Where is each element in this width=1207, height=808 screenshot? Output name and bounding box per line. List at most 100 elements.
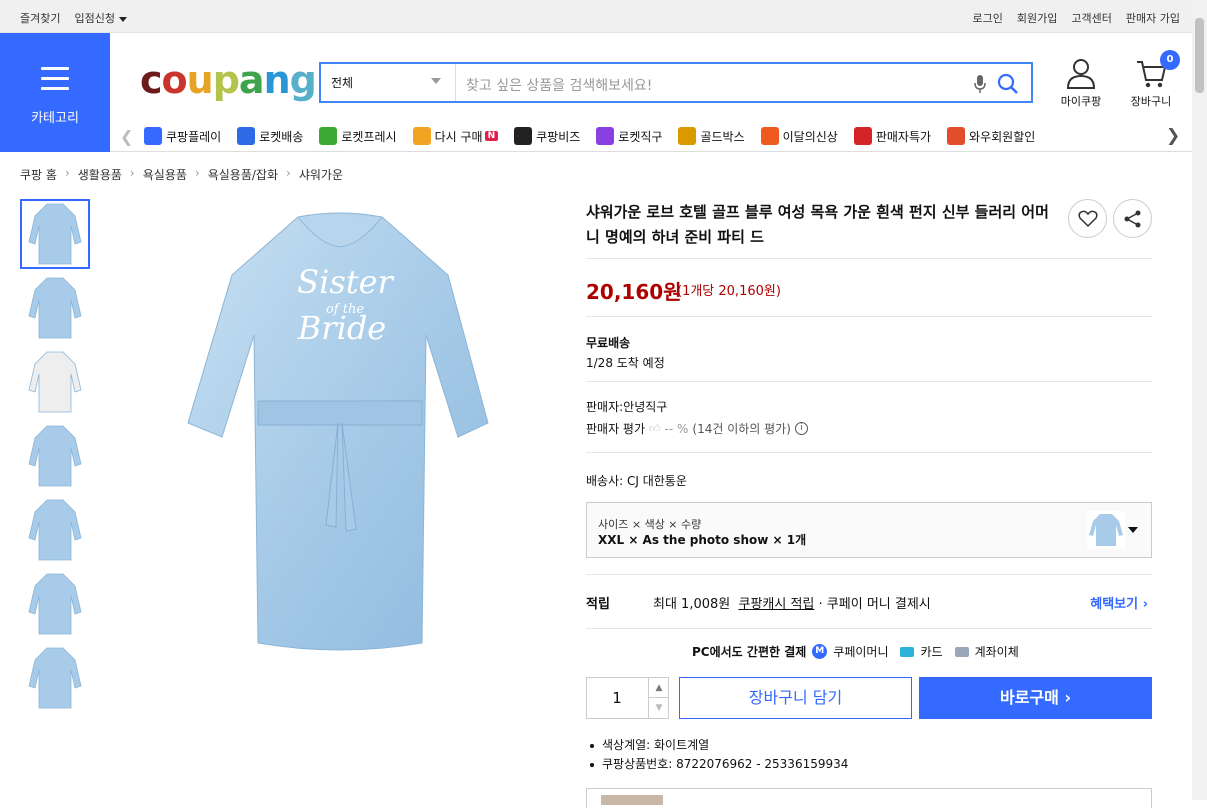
robe-print-sister: Sister xyxy=(297,263,394,301)
category-label: 카테고리 xyxy=(31,111,79,126)
buy-now-button[interactable]: 바로구매 › xyxy=(919,677,1152,719)
seller-rating: 판매자 평가 👍︎ -- % (14건 이하의 평가) i xyxy=(586,420,808,437)
search-bar: 전체 찾고 싶은 상품을 검색해보세요! xyxy=(319,62,1033,103)
seller-rating-label: 판매자 평가 xyxy=(586,422,646,436)
discount-icon xyxy=(853,127,872,145)
coupang-cash-link[interactable]: 쿠팡캐시 적립 xyxy=(739,597,815,612)
info-icon[interactable]: i xyxy=(794,422,808,435)
chevron-right-icon[interactable]: ❯ xyxy=(1166,126,1180,146)
quicknav-label: 판매자특가 xyxy=(875,129,932,144)
shipping-type: 무료배송 xyxy=(586,336,631,350)
new-bag-icon xyxy=(760,127,779,145)
quantity-increase-button[interactable]: ▲ xyxy=(648,678,669,698)
product-title: 샤워가운 로브 호텔 골프 블루 여성 목욕 가운 흰색 펀지 신부 들러리 어… xyxy=(586,203,1049,246)
logo-letter: p xyxy=(212,58,240,102)
category-menu-button[interactable]: 카테고리 xyxy=(0,33,110,152)
product-thumbnail[interactable] xyxy=(20,569,90,639)
quantity-decrease-button[interactable]: ▼ xyxy=(648,698,669,718)
bookmark-link[interactable]: 즐겨찾기 xyxy=(20,10,60,26)
divider xyxy=(586,574,1152,575)
option-selector[interactable]: 사이즈 × 색상 × 수량 XXL × As the photo show × … xyxy=(586,502,1152,558)
quicknav-item[interactable]: 다시 구매 N xyxy=(412,127,499,145)
scrollbar[interactable] xyxy=(1192,0,1207,800)
delivery-company: 배송사: CJ 대한통운 xyxy=(586,474,687,488)
signup-link[interactable]: 회원가입 xyxy=(1017,10,1057,26)
quicknav-item[interactable]: 이달의신상 xyxy=(760,127,838,145)
divider xyxy=(586,452,1152,453)
quicknav-label: 로켓직구 xyxy=(618,129,663,144)
share-icon xyxy=(1124,210,1140,227)
pay-method-card: 카드 xyxy=(920,645,943,659)
search-category-select[interactable]: 전체 xyxy=(321,64,456,101)
buy-now-label: 바로구매 xyxy=(999,688,1059,707)
quicknav-item[interactable]: 쿠팡비즈 xyxy=(514,127,580,145)
quicknav-label: 이달의신상 xyxy=(782,129,838,144)
benefits-link[interactable]: 혜택보기 › xyxy=(1090,593,1148,612)
new-badge: N xyxy=(484,131,499,141)
wishlist-button[interactable] xyxy=(1068,199,1107,238)
breadcrumb-item[interactable]: 욕실용품 xyxy=(143,166,187,183)
cart-button[interactable]: 0 장바구니 xyxy=(1126,50,1180,109)
payment-title: PC에서도 간편한 결제 xyxy=(692,645,807,659)
reward-key: 적립 xyxy=(586,597,610,612)
quicknav-item[interactable]: 로켓직구 xyxy=(596,127,662,145)
seller-rating-value: -- % xyxy=(664,421,689,436)
global-rocket-icon xyxy=(596,127,615,145)
quicknav-item[interactable]: 쿠팡플레이 xyxy=(144,127,221,145)
product-main-image[interactable]: Sister of the Bride xyxy=(180,205,500,655)
product-attributes: 색상계열: 화이트계열 쿠팡상품번호: 8722076962 - 2533615… xyxy=(588,736,848,774)
quicknav-item[interactable]: 와우회원할인 xyxy=(947,127,1035,145)
chevron-right-icon: › xyxy=(129,166,135,180)
divider xyxy=(586,381,1152,382)
search-input[interactable]: 찾고 싶은 상품을 검색해보세요! xyxy=(456,64,1031,101)
search-icon[interactable] xyxy=(997,73,1019,98)
product-thumbnail[interactable] xyxy=(20,199,90,269)
quicknav-item[interactable]: 판매자특가 xyxy=(853,127,932,145)
option-head: 사이즈 × 색상 × 수량 xyxy=(598,518,702,531)
breadcrumb-item[interactable]: 샤워가운 xyxy=(299,166,343,183)
product-thumbnail[interactable] xyxy=(20,273,90,343)
rocket-fresh-icon xyxy=(319,127,338,145)
customer-center-link[interactable]: 고객센터 xyxy=(1071,10,1111,26)
reward-max: 최대 1,008원 xyxy=(653,597,731,612)
top-utility-bar: 즐겨찾기 입점신청 로그인 회원가입 고객센터 판매자 가입 xyxy=(0,0,1192,33)
quicknav-item[interactable]: 로켓프레시 xyxy=(319,127,397,145)
chevron-right-icon: › xyxy=(64,166,70,180)
quicknav-label: 쿠팡비즈 xyxy=(536,129,581,144)
microphone-icon[interactable] xyxy=(974,74,986,97)
product-thumbnail[interactable] xyxy=(20,421,90,491)
seller-name[interactable]: 판매자:안녕직구 xyxy=(586,398,667,415)
product-thumbnail[interactable] xyxy=(20,643,90,713)
bottom-panel xyxy=(586,788,1152,808)
quicknav-item[interactable]: 골드박스 xyxy=(678,127,745,145)
biz-icon xyxy=(514,127,533,145)
login-link[interactable]: 로그인 xyxy=(973,10,1003,26)
scrollbar-thumb[interactable] xyxy=(1195,18,1204,93)
product-thumbnail[interactable] xyxy=(20,347,90,417)
mypage-button[interactable]: 마이쿠팡 xyxy=(1058,58,1104,109)
quicknav-item[interactable]: 로켓배송 xyxy=(237,127,303,145)
breadcrumb-item[interactable]: 욕실용품/잡화 xyxy=(208,166,278,183)
gold-box-icon xyxy=(678,127,697,145)
seller-signup-link[interactable]: 판매자 가입 xyxy=(1126,10,1180,26)
attribute-item: 쿠팡상품번호: 8722076962 - 25336159934 xyxy=(588,755,848,774)
logo-letter: g xyxy=(289,58,317,102)
chevron-right-icon: › xyxy=(194,166,200,180)
add-to-cart-button[interactable]: 장바구니 담기 xyxy=(679,677,912,719)
wow-icon xyxy=(947,127,966,145)
quantity-input[interactable]: 1 xyxy=(587,689,647,707)
breadcrumb-item[interactable]: 쿠팡 홈 xyxy=(20,166,57,183)
rocket-icon xyxy=(237,127,256,145)
breadcrumb-item[interactable]: 생활용품 xyxy=(78,166,122,183)
robe-print-bride: Bride xyxy=(297,309,386,347)
coupang-logo[interactable]: coupang xyxy=(140,58,317,102)
caret-down-icon xyxy=(118,16,127,22)
logo-letter: a xyxy=(238,58,265,102)
product-thumbnail[interactable] xyxy=(20,495,90,565)
quicknav-label: 골드박스 xyxy=(700,129,745,144)
share-button[interactable] xyxy=(1113,199,1152,238)
quicknav-label: 다시 구매 xyxy=(434,129,483,144)
chevron-left-icon[interactable]: ❮ xyxy=(120,127,133,146)
store-apply-link[interactable]: 입점신청 xyxy=(74,10,127,26)
reward-text: 최대 1,008원 쿠팡캐시 적립 · 쿠페이 머니 결제시 xyxy=(653,593,931,612)
